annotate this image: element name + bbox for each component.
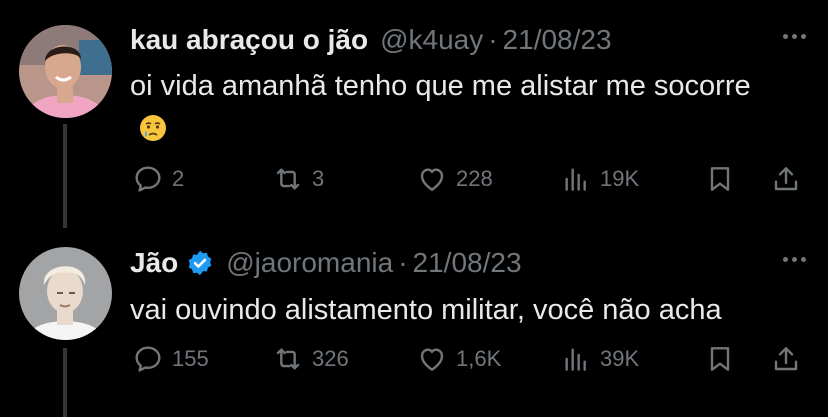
like-count: 1,6K [456, 346, 502, 371]
bookmark-button[interactable] [704, 339, 736, 379]
more-options-icon[interactable] [783, 257, 806, 262]
tweet-2[interactable]: Jão @jaoromania · 21/08/23 vai ouvindo a… [0, 228, 828, 417]
tweet-header: kau abraçou o jão @k4uay · 21/08/23 [130, 22, 612, 58]
thread-line [63, 348, 67, 417]
tweet-text: vai ouvindo alistamento militar, você nã… [130, 288, 780, 332]
like-count: 228 [456, 166, 493, 191]
reply-count: 155 [172, 346, 209, 371]
reply-button[interactable]: 2 [132, 159, 184, 199]
share-button[interactable] [770, 339, 802, 379]
display-name[interactable]: kau abraçou o jão [130, 24, 368, 56]
reply-count: 2 [172, 166, 185, 191]
reply-button[interactable]: 155 [132, 339, 209, 379]
views-count: 19K [600, 166, 640, 191]
avatar[interactable] [19, 25, 112, 118]
bar-chart-icon [565, 168, 586, 191]
bar-chart-icon [565, 348, 586, 371]
speech-bubble-icon [135, 166, 161, 192]
retweet-button[interactable]: 3 [272, 159, 324, 199]
thread-line [63, 124, 67, 228]
retweet-arrows-icon [276, 168, 300, 190]
bookmark-icon [710, 167, 730, 191]
share-upload-icon [774, 347, 798, 371]
views-button[interactable]: 39K [560, 339, 639, 379]
retweet-count: 326 [312, 346, 349, 371]
avatar-image [19, 25, 112, 118]
handle[interactable]: @jaoromania [226, 247, 393, 279]
avatar-image [19, 247, 112, 340]
separator-dot: · [398, 247, 408, 278]
tweet-actions: 155 326 1,6K 39K [132, 339, 808, 379]
separator-dot: · [488, 24, 498, 55]
tweet-text-content: vai ouvindo alistamento militar, você nã… [130, 294, 722, 326]
tweet-actions: 2 3 228 19K [132, 159, 808, 199]
timestamp[interactable]: 21/08/23 [503, 24, 612, 56]
verified-badge-icon[interactable] [186, 249, 214, 277]
views-button[interactable]: 19K [560, 159, 639, 199]
speech-bubble-icon [135, 346, 161, 372]
more-options-icon[interactable] [783, 34, 806, 39]
handle[interactable]: @k4uay [380, 24, 483, 56]
tweet-header: Jão @jaoromania · 21/08/23 [130, 245, 522, 281]
bookmark-button[interactable] [704, 159, 736, 199]
tweet-text: oi vida amanhã tenho que me alistar me s… [130, 64, 780, 152]
like-button[interactable]: 228 [416, 159, 493, 199]
crying-face-emoji [138, 112, 168, 142]
share-upload-icon [774, 167, 798, 191]
retweet-arrows-icon [276, 348, 300, 370]
heart-icon [420, 168, 444, 191]
display-name[interactable]: Jão [130, 247, 178, 279]
heart-icon [420, 348, 444, 371]
tweet-1[interactable]: kau abraçou o jão @k4uay · 21/08/23 oi v… [0, 0, 828, 228]
bookmark-icon [710, 347, 730, 371]
views-count: 39K [600, 346, 640, 371]
like-button[interactable]: 1,6K [416, 339, 501, 379]
retweet-button[interactable]: 326 [272, 339, 349, 379]
avatar[interactable] [19, 247, 112, 340]
retweet-count: 3 [312, 166, 325, 191]
timestamp[interactable]: 21/08/23 [413, 247, 522, 279]
tweet-text-content: oi vida amanhã tenho que me alistar me s… [130, 70, 751, 102]
share-button[interactable] [770, 159, 802, 199]
